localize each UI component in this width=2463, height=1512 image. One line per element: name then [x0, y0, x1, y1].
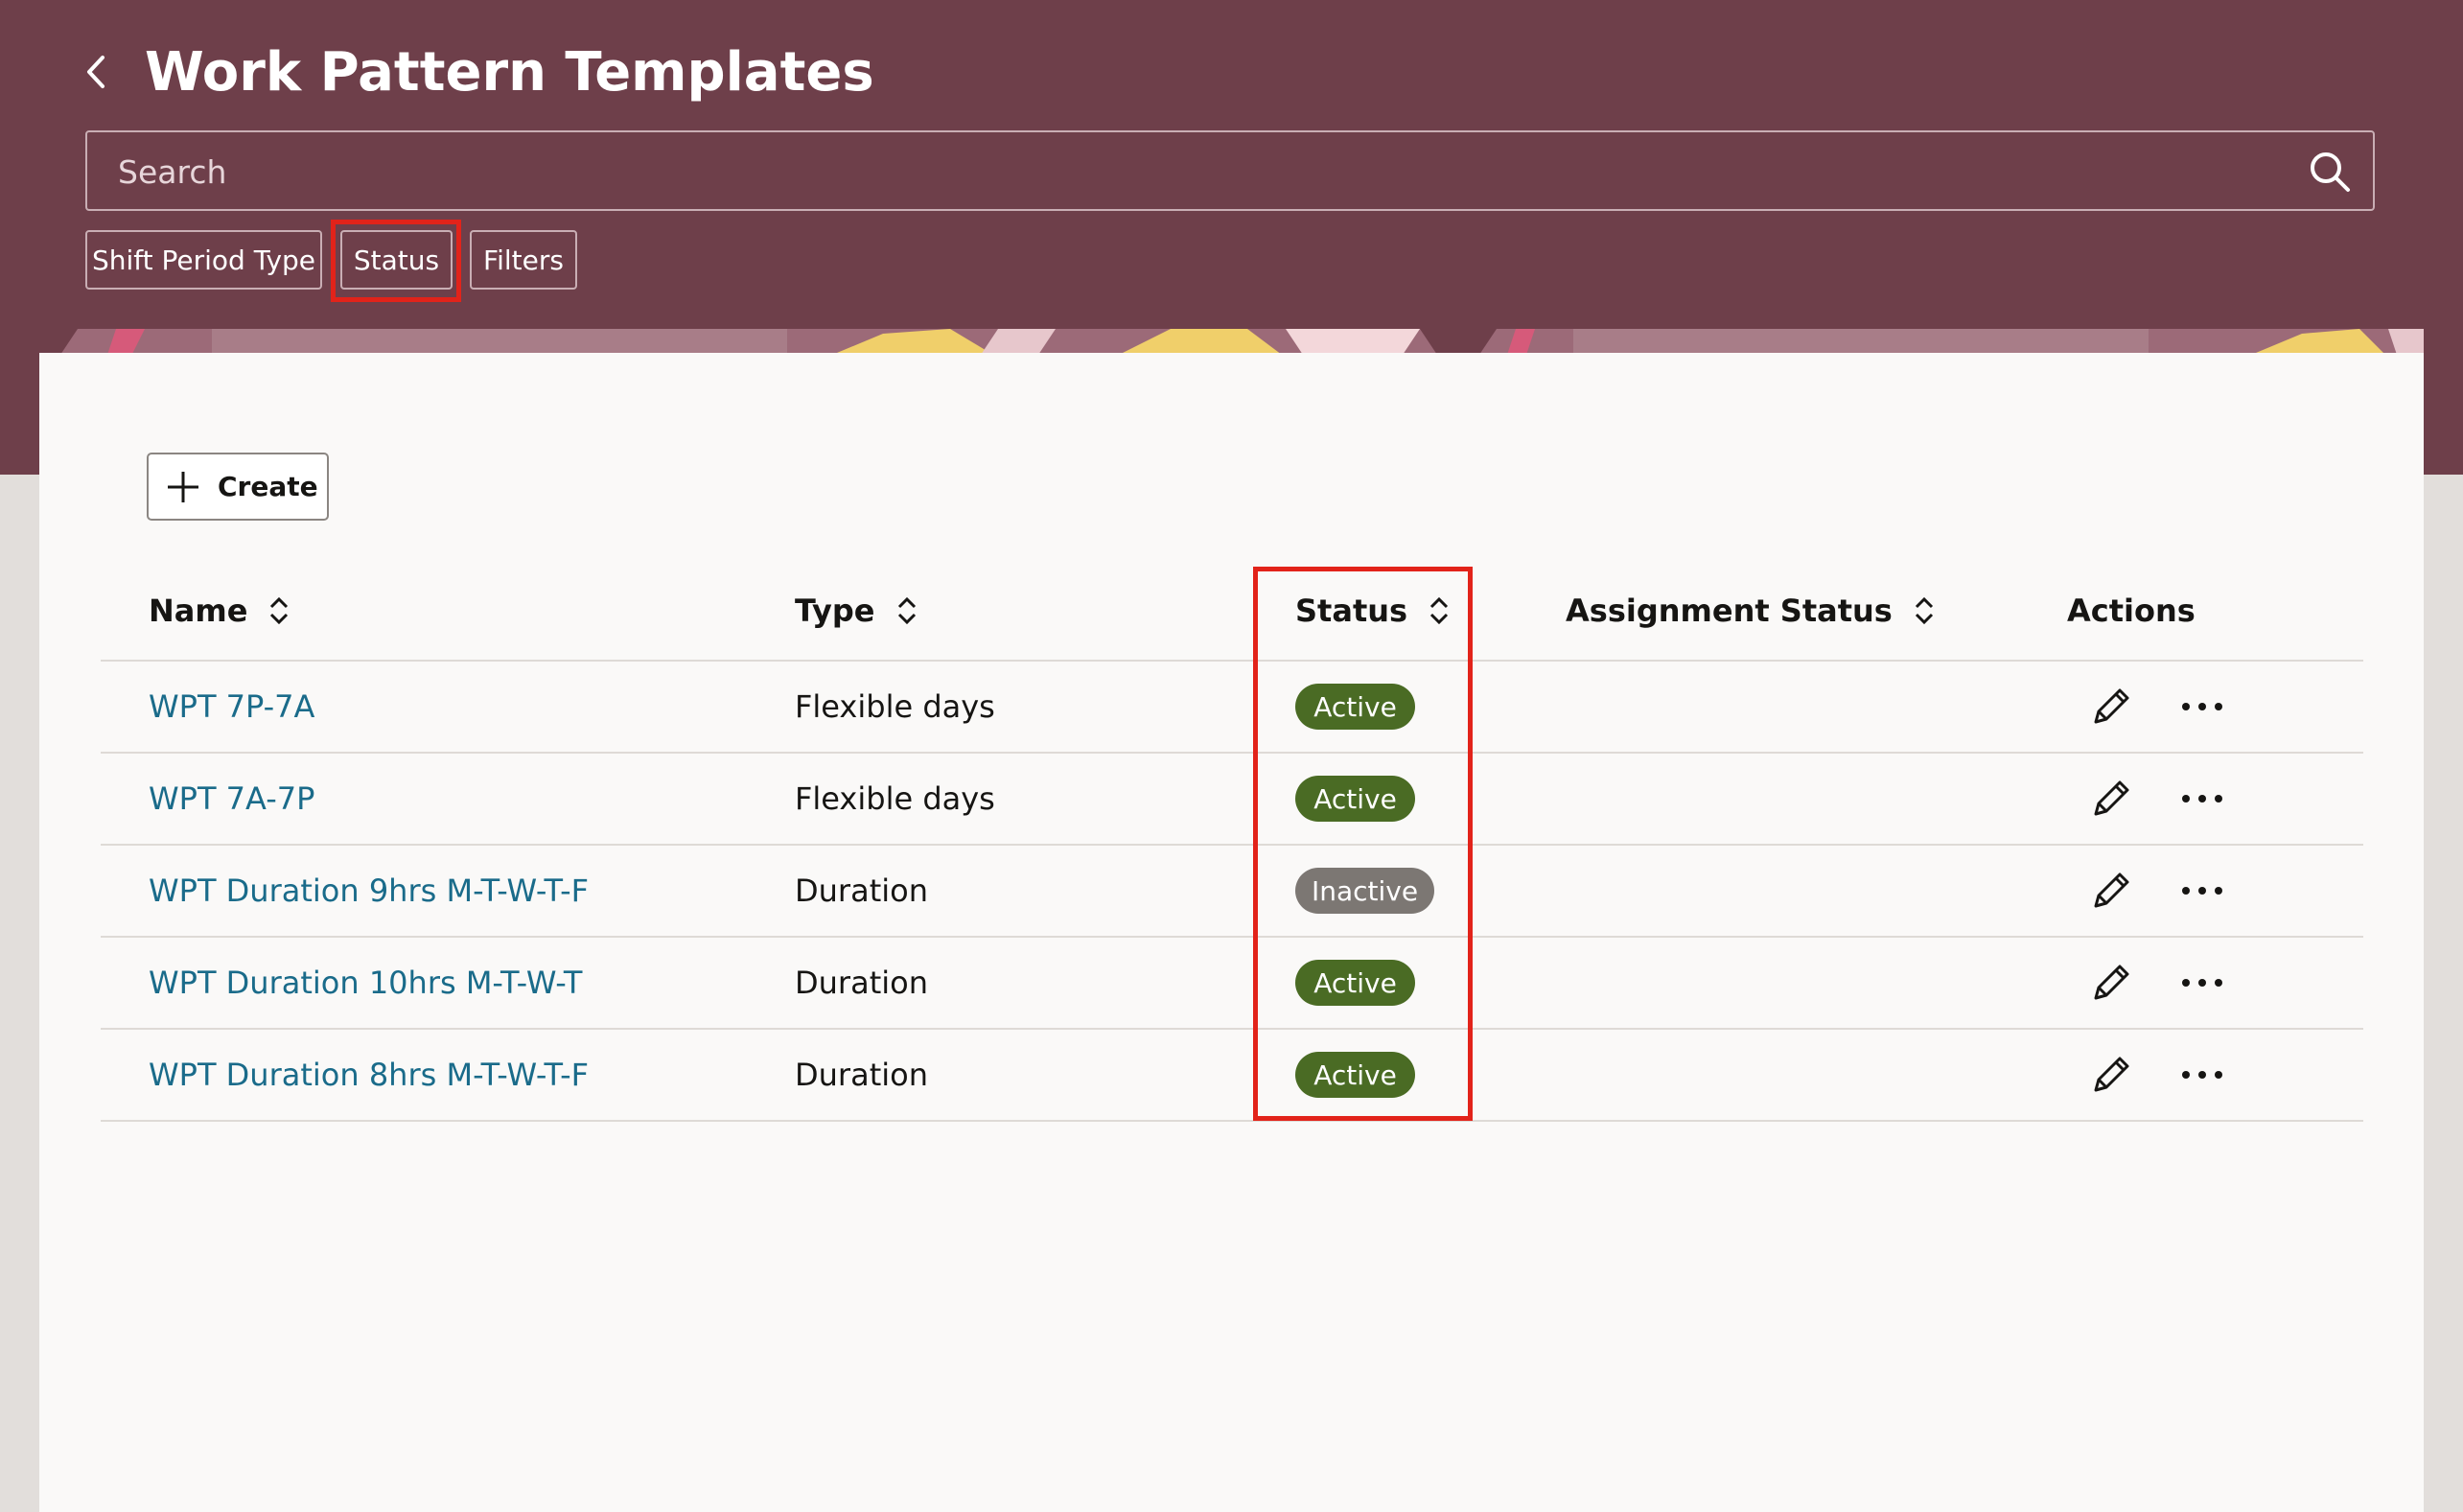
page-title: Work Pattern Templates: [145, 41, 874, 104]
row-type: Duration: [795, 872, 928, 909]
column-header-label: Assignment Status: [1566, 593, 1893, 629]
create-button[interactable]: Create: [147, 453, 329, 521]
more-horizontal-icon[interactable]: [2178, 973, 2226, 992]
column-header-name[interactable]: Name: [149, 585, 290, 637]
row-name-link[interactable]: WPT 7P-7A: [149, 683, 314, 731]
row-divider: [101, 752, 2363, 754]
create-label: Create: [218, 471, 318, 502]
more-horizontal-icon[interactable]: [2178, 881, 2226, 900]
pencil-icon[interactable]: [2088, 684, 2134, 730]
row-type: Duration: [795, 1057, 928, 1093]
row-name-link[interactable]: WPT Duration 8hrs M-T-W-T-F: [149, 1051, 589, 1099]
filter-chip-filters[interactable]: Filters: [470, 230, 577, 290]
sort-icon[interactable]: [896, 595, 918, 626]
chevron-left-icon: [87, 56, 105, 88]
column-header-label: Name: [149, 593, 248, 629]
row-name-link[interactable]: WPT Duration 10hrs M-T-W-T: [149, 959, 582, 1007]
column-header-assignment-status[interactable]: Assignment Status: [1566, 585, 1935, 637]
status-badge: Active: [1295, 960, 1415, 1006]
pencil-icon[interactable]: [2088, 960, 2134, 1006]
sort-icon[interactable]: [1914, 595, 1935, 626]
plus-icon: [168, 471, 198, 502]
pencil-icon[interactable]: [2088, 1052, 2134, 1098]
pencil-icon[interactable]: [2088, 868, 2134, 914]
status-badge: Active: [1295, 684, 1415, 730]
row-divider: [101, 660, 2363, 662]
more-horizontal-icon[interactable]: [2178, 1065, 2226, 1084]
search-input[interactable]: [116, 132, 2287, 211]
row-name-link[interactable]: WPT Duration 9hrs M-T-W-T-F: [149, 867, 589, 915]
row-name-link[interactable]: WPT 7A-7P: [149, 775, 314, 823]
search-box[interactable]: [85, 130, 2375, 211]
background-left: [0, 475, 39, 1512]
row-divider: [101, 1028, 2363, 1030]
column-header-label: Actions: [2067, 593, 2196, 629]
search-icon[interactable]: [2308, 150, 2352, 194]
filter-chip-shift-period-type[interactable]: Shift Period Type: [85, 230, 322, 290]
more-horizontal-icon[interactable]: [2178, 789, 2226, 808]
more-horizontal-icon[interactable]: [2178, 697, 2226, 716]
column-header-label: Status: [1295, 593, 1408, 629]
row-divider: [101, 1120, 2363, 1122]
row-type: Flexible days: [795, 780, 995, 817]
column-header-label: Type: [795, 593, 875, 629]
status-badge: Active: [1295, 1052, 1415, 1098]
row-type: Duration: [795, 965, 928, 1001]
filter-chip-status[interactable]: Status: [340, 230, 453, 290]
back-button[interactable]: [77, 50, 115, 94]
row-divider: [101, 936, 2363, 938]
row-type: Flexible days: [795, 688, 995, 725]
column-header-status[interactable]: Status: [1295, 585, 1450, 637]
column-header-type[interactable]: Type: [795, 585, 918, 637]
column-header-actions: Actions: [2067, 585, 2196, 637]
status-badge: Inactive: [1295, 868, 1434, 914]
background-right: [2424, 475, 2463, 1512]
status-badge: Active: [1295, 776, 1415, 822]
pencil-icon[interactable]: [2088, 776, 2134, 822]
row-divider: [101, 844, 2363, 846]
sort-icon[interactable]: [1429, 595, 1450, 626]
sort-icon[interactable]: [268, 595, 290, 626]
content-card: [39, 353, 2424, 1512]
